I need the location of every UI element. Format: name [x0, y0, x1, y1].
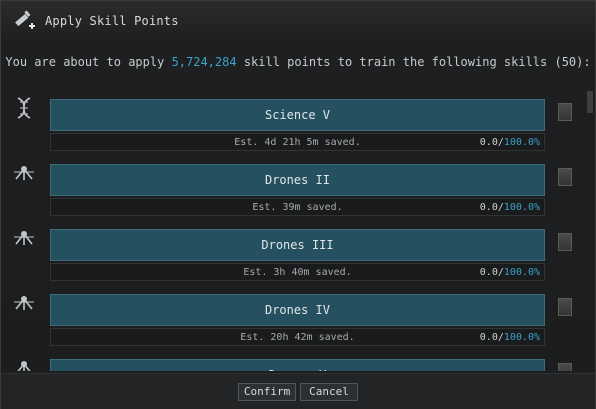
skill-toggle[interactable]: [558, 103, 572, 121]
skill-name-bar: Science V: [50, 99, 545, 131]
cancel-button[interactable]: Cancel: [300, 382, 358, 401]
progress-readout: 0.0/100.0%: [479, 267, 540, 278]
summary-prefix: You are about to apply: [5, 55, 172, 69]
progress-target: 100.0%: [503, 202, 540, 213]
time-saved: Est. 20h 42m saved.: [240, 332, 355, 343]
progress-value: 0.0: [479, 332, 498, 343]
skill-list[interactable]: Science V Est. 4d 21h 5m saved. 0.0/100.…: [1, 91, 595, 371]
skill-info: Est. 4d 21h 5m saved. 0.0/100.0%: [50, 133, 545, 151]
dna-icon: [13, 97, 35, 119]
skill-row[interactable]: Drones V: [1, 351, 595, 371]
progress-value: 0.0: [479, 202, 498, 213]
title-bar[interactable]: Apply Skill Points: [1, 1, 595, 41]
skill-row[interactable]: Science V Est. 4d 21h 5m saved. 0.0/100.…: [1, 91, 595, 156]
skill-toggle[interactable]: [558, 168, 572, 186]
confirm-button[interactable]: Confirm: [238, 382, 296, 401]
apply-skill-points-window: Apply Skill Points You are about to appl…: [0, 0, 596, 409]
time-saved: Est. 39m saved.: [252, 202, 343, 213]
window-title: Apply Skill Points: [45, 14, 179, 28]
skill-toggle[interactable]: [558, 233, 572, 251]
drone-icon: [13, 162, 35, 184]
progress-target: 100.0%: [503, 332, 540, 343]
time-saved: Est. 3h 40m saved.: [243, 267, 352, 278]
dialog-footer: Confirm Cancel: [1, 373, 595, 409]
progress-value: 0.0: [479, 137, 498, 148]
progress-target: 100.0%: [503, 137, 540, 148]
drone-icon: [13, 357, 35, 371]
skill-name-bar: Drones II: [50, 164, 545, 196]
skill-name-bar: Drones IV: [50, 294, 545, 326]
progress-value: 0.0: [479, 267, 498, 278]
progress-readout: 0.0/100.0%: [479, 332, 540, 343]
skill-row[interactable]: Drones IV Est. 20h 42m saved. 0.0/100.0%: [1, 286, 595, 351]
drone-icon: [13, 292, 35, 314]
skill-name-bar: Drones III: [50, 229, 545, 261]
skill-info: Est. 3h 40m saved. 0.0/100.0%: [50, 263, 545, 281]
skill-name-bar: Drones V: [50, 359, 545, 371]
skill-injector-icon: [11, 8, 37, 34]
skill-toggle[interactable]: [558, 298, 572, 316]
skill-row[interactable]: Drones II Est. 39m saved. 0.0/100.0%: [1, 156, 595, 221]
time-saved: Est. 4d 21h 5m saved.: [234, 137, 361, 148]
skill-toggle[interactable]: [558, 363, 572, 371]
skill-info: Est. 39m saved. 0.0/100.0%: [50, 198, 545, 216]
scrollbar-thumb[interactable]: [587, 91, 593, 113]
skill-points-value: 5,724,284: [171, 55, 237, 69]
progress-readout: 0.0/100.0%: [479, 202, 540, 213]
summary-suffix: skill points to train the following skil…: [236, 55, 591, 69]
skill-row[interactable]: Drones III Est. 3h 40m saved. 0.0/100.0%: [1, 221, 595, 286]
drone-icon: [13, 227, 35, 249]
scrollbar[interactable]: [587, 91, 593, 371]
progress-readout: 0.0/100.0%: [479, 137, 540, 148]
summary-text: You are about to apply 5,724,284 skill p…: [1, 55, 595, 69]
skill-info: Est. 20h 42m saved. 0.0/100.0%: [50, 328, 545, 346]
progress-target: 100.0%: [503, 267, 540, 278]
